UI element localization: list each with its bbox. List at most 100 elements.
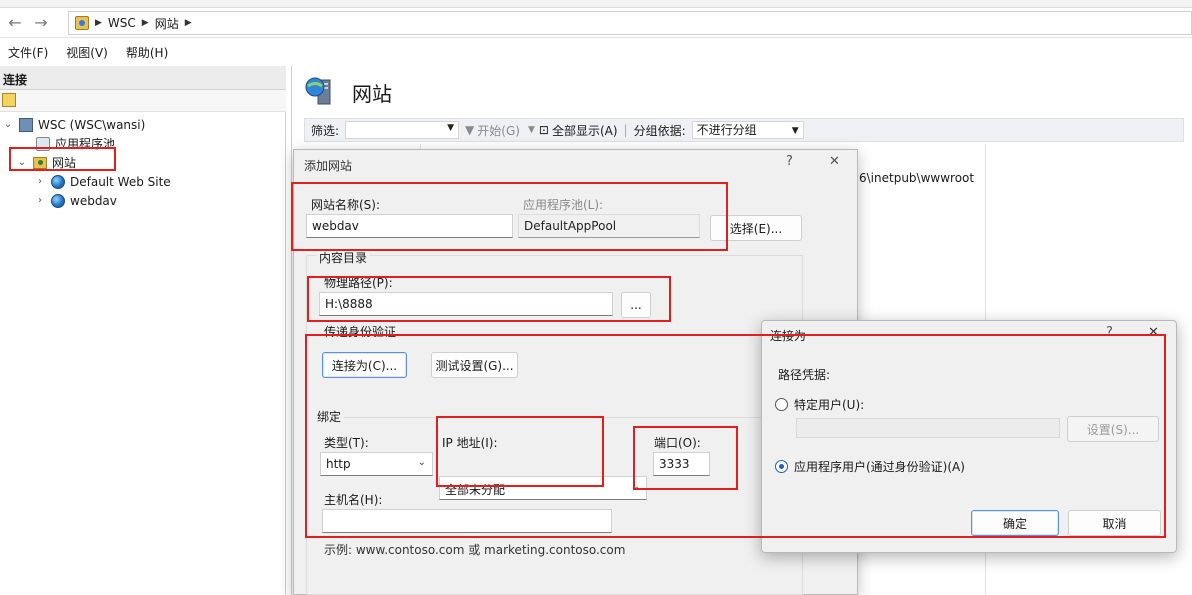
browse-button[interactable]: ... [621, 292, 651, 318]
port-label: 端口(O): [654, 436, 701, 450]
filter-bar: 筛选: ▼ ▼ 开始(G) ▼ ⊡ 全部显示(A) | 分组依据: 不进行分组 … [304, 118, 1184, 142]
menu-bar: 文件(F) 视图(V) 帮助(H) [0, 40, 1192, 64]
funnel-icon: ▼ [465, 123, 475, 137]
group-by-select[interactable]: 不进行分组 ▼ [691, 121, 804, 139]
chevron-right-icon: ▶ [184, 18, 192, 28]
close-icon[interactable]: ✕ [1148, 325, 1159, 340]
connections-header: 连接 [0, 66, 286, 90]
window-top-strip [0, 0, 1192, 8]
hostname-example: 示例: www.contoso.com 或 marketing.contoso.… [324, 543, 626, 557]
connections-tree: ⌄ WSC (WSC\wansi) 应用程序池 ⌄ 网站 › Default W… [0, 115, 286, 210]
connect-as-dialog: 连接为 ? ✕ 路径凭据: 特定用户(U): 设置(S)... 应用程序用户(通… [761, 320, 1177, 553]
content-directory-label: 内容目录 [317, 249, 370, 266]
chevron-right-icon: ▶ [95, 18, 102, 28]
back-button[interactable]: ← [4, 14, 26, 32]
chevron-down-icon[interactable]: ⌄ [2, 119, 14, 130]
new-connection-icon[interactable] [2, 93, 16, 107]
port-input[interactable]: 3333 [653, 452, 710, 476]
app-pool-icon [36, 136, 50, 151]
globe-icon [51, 174, 65, 189]
tree-label-sites: 网站 [52, 156, 77, 170]
breadcrumb-sites[interactable]: 网站 [155, 15, 179, 32]
chevron-right-icon: ▶ [141, 18, 149, 28]
tree-label-webdav: webdav [70, 193, 117, 208]
server-icon [19, 117, 33, 132]
sites-folder-icon [33, 156, 47, 169]
chevron-right-icon[interactable]: › [34, 176, 46, 187]
ip-address-label: IP 地址(I): [442, 436, 498, 450]
settings-button[interactable]: 设置(S)... [1067, 416, 1159, 442]
connections-pane: 连接 ⌄ WSC (WSC\wansi) 应用程序池 ⌄ 网站 › Defaul… [0, 66, 286, 595]
menu-help[interactable]: 帮助(H) [126, 44, 168, 61]
menu-file[interactable]: 文件(F) [8, 44, 48, 61]
show-all-icon: ⊡ [538, 123, 549, 137]
dialog-title: 添加网站 [304, 159, 353, 173]
close-icon[interactable]: ✕ [829, 154, 840, 169]
tree-label-server: WSC (WSC\wansi) [38, 117, 146, 132]
test-settings-button[interactable]: 测试设置(G)... [431, 352, 518, 378]
app-user-radio[interactable] [775, 460, 788, 473]
help-icon[interactable]: ? [786, 154, 793, 169]
hostname-label: 主机名(H): [324, 493, 383, 507]
app-user-label: 应用程序用户(通过身份验证)(A) [794, 460, 965, 474]
binding-label: 绑定 [317, 410, 342, 424]
globe-icon [51, 193, 65, 208]
chevron-right-icon[interactable]: › [34, 195, 46, 206]
start-button[interactable]: 开始(G) [477, 122, 520, 139]
tree-node-server[interactable]: ⌄ WSC (WSC\wansi) [0, 115, 286, 134]
page-title: 网站 [352, 82, 392, 106]
ok-button[interactable]: 确定 [971, 510, 1059, 536]
group-by-value: 不进行分组 [696, 123, 757, 137]
show-all-button[interactable]: 全部显示(A) [552, 122, 618, 139]
filter-label: 筛选: [311, 123, 340, 138]
iis-icon [75, 16, 89, 30]
tree-node-sites[interactable]: ⌄ 网站 [0, 153, 286, 172]
physical-path-label: 物理路径(P): [324, 276, 393, 290]
app-user-option[interactable]: 应用程序用户(通过身份验证)(A) [775, 458, 965, 475]
chevron-down-icon[interactable]: ▼ [447, 123, 454, 133]
connections-toolbar [0, 90, 286, 112]
specific-user-option[interactable]: 特定用户(U): [775, 396, 864, 413]
chevron-down-icon[interactable]: ⌄ [16, 157, 28, 168]
site-name-input[interactable]: webdav [306, 214, 513, 238]
passthrough-auth-label: 传递身份验证 [324, 325, 397, 339]
filter-input[interactable]: ▼ [345, 121, 460, 139]
tree-node-app-pools[interactable]: 应用程序池 [0, 134, 286, 153]
connect-as-button[interactable]: 连接为(C)... [322, 352, 407, 378]
address-box[interactable]: ▶ WSC ▶ 网站 ▶ [68, 11, 1192, 35]
app-pool-label: 应用程序池(L): [523, 198, 604, 212]
chevron-down-icon: ⌄ [631, 481, 640, 492]
tree-label-default-site: Default Web Site [70, 174, 171, 189]
specific-user-radio[interactable] [775, 398, 788, 411]
ip-address-select[interactable]: 全部未分配 ⌄ [439, 476, 647, 500]
address-bar: ← → ▶ WSC ▶ 网站 ▶ [0, 8, 1192, 38]
chevron-down-icon: ▼ [791, 126, 799, 136]
specific-user-field [796, 418, 1060, 438]
chevron-down-icon: ⌄ [417, 457, 426, 468]
tree-node-default-site[interactable]: › Default Web Site [0, 172, 286, 191]
physical-path-input[interactable]: H:\8888 [319, 292, 613, 316]
chevron-down-icon[interactable]: ▼ [528, 125, 535, 135]
divider: | [623, 123, 628, 137]
cancel-button[interactable]: 取消 [1068, 510, 1161, 536]
ip-address-value: 全部未分配 [445, 483, 506, 497]
forward-button[interactable]: → [30, 14, 52, 32]
type-value: http [326, 457, 351, 471]
sites-icon [305, 77, 331, 105]
app-pool-field: DefaultAppPool [518, 214, 700, 238]
path-credentials-label: 路径凭据: [778, 368, 831, 382]
menu-view[interactable]: 视图(V) [66, 44, 108, 61]
specific-user-label: 特定用户(U): [794, 398, 865, 412]
help-icon[interactable]: ? [1106, 325, 1113, 340]
site-name-label: 网站名称(S): [311, 198, 381, 212]
type-select[interactable]: http ⌄ [320, 452, 433, 476]
tree-label-app-pools: 应用程序池 [55, 137, 116, 151]
connect-as-title: 连接为 [770, 329, 807, 343]
type-label: 类型(T): [324, 436, 369, 450]
binding-divider [344, 417, 804, 418]
breadcrumb-wsc[interactable]: WSC [108, 16, 136, 30]
select-app-pool-button[interactable]: 选择(E)... [710, 215, 802, 241]
hostname-input[interactable] [322, 509, 612, 533]
group-by-label: 分组依据: [633, 123, 686, 138]
tree-node-webdav[interactable]: › webdav [0, 191, 286, 210]
